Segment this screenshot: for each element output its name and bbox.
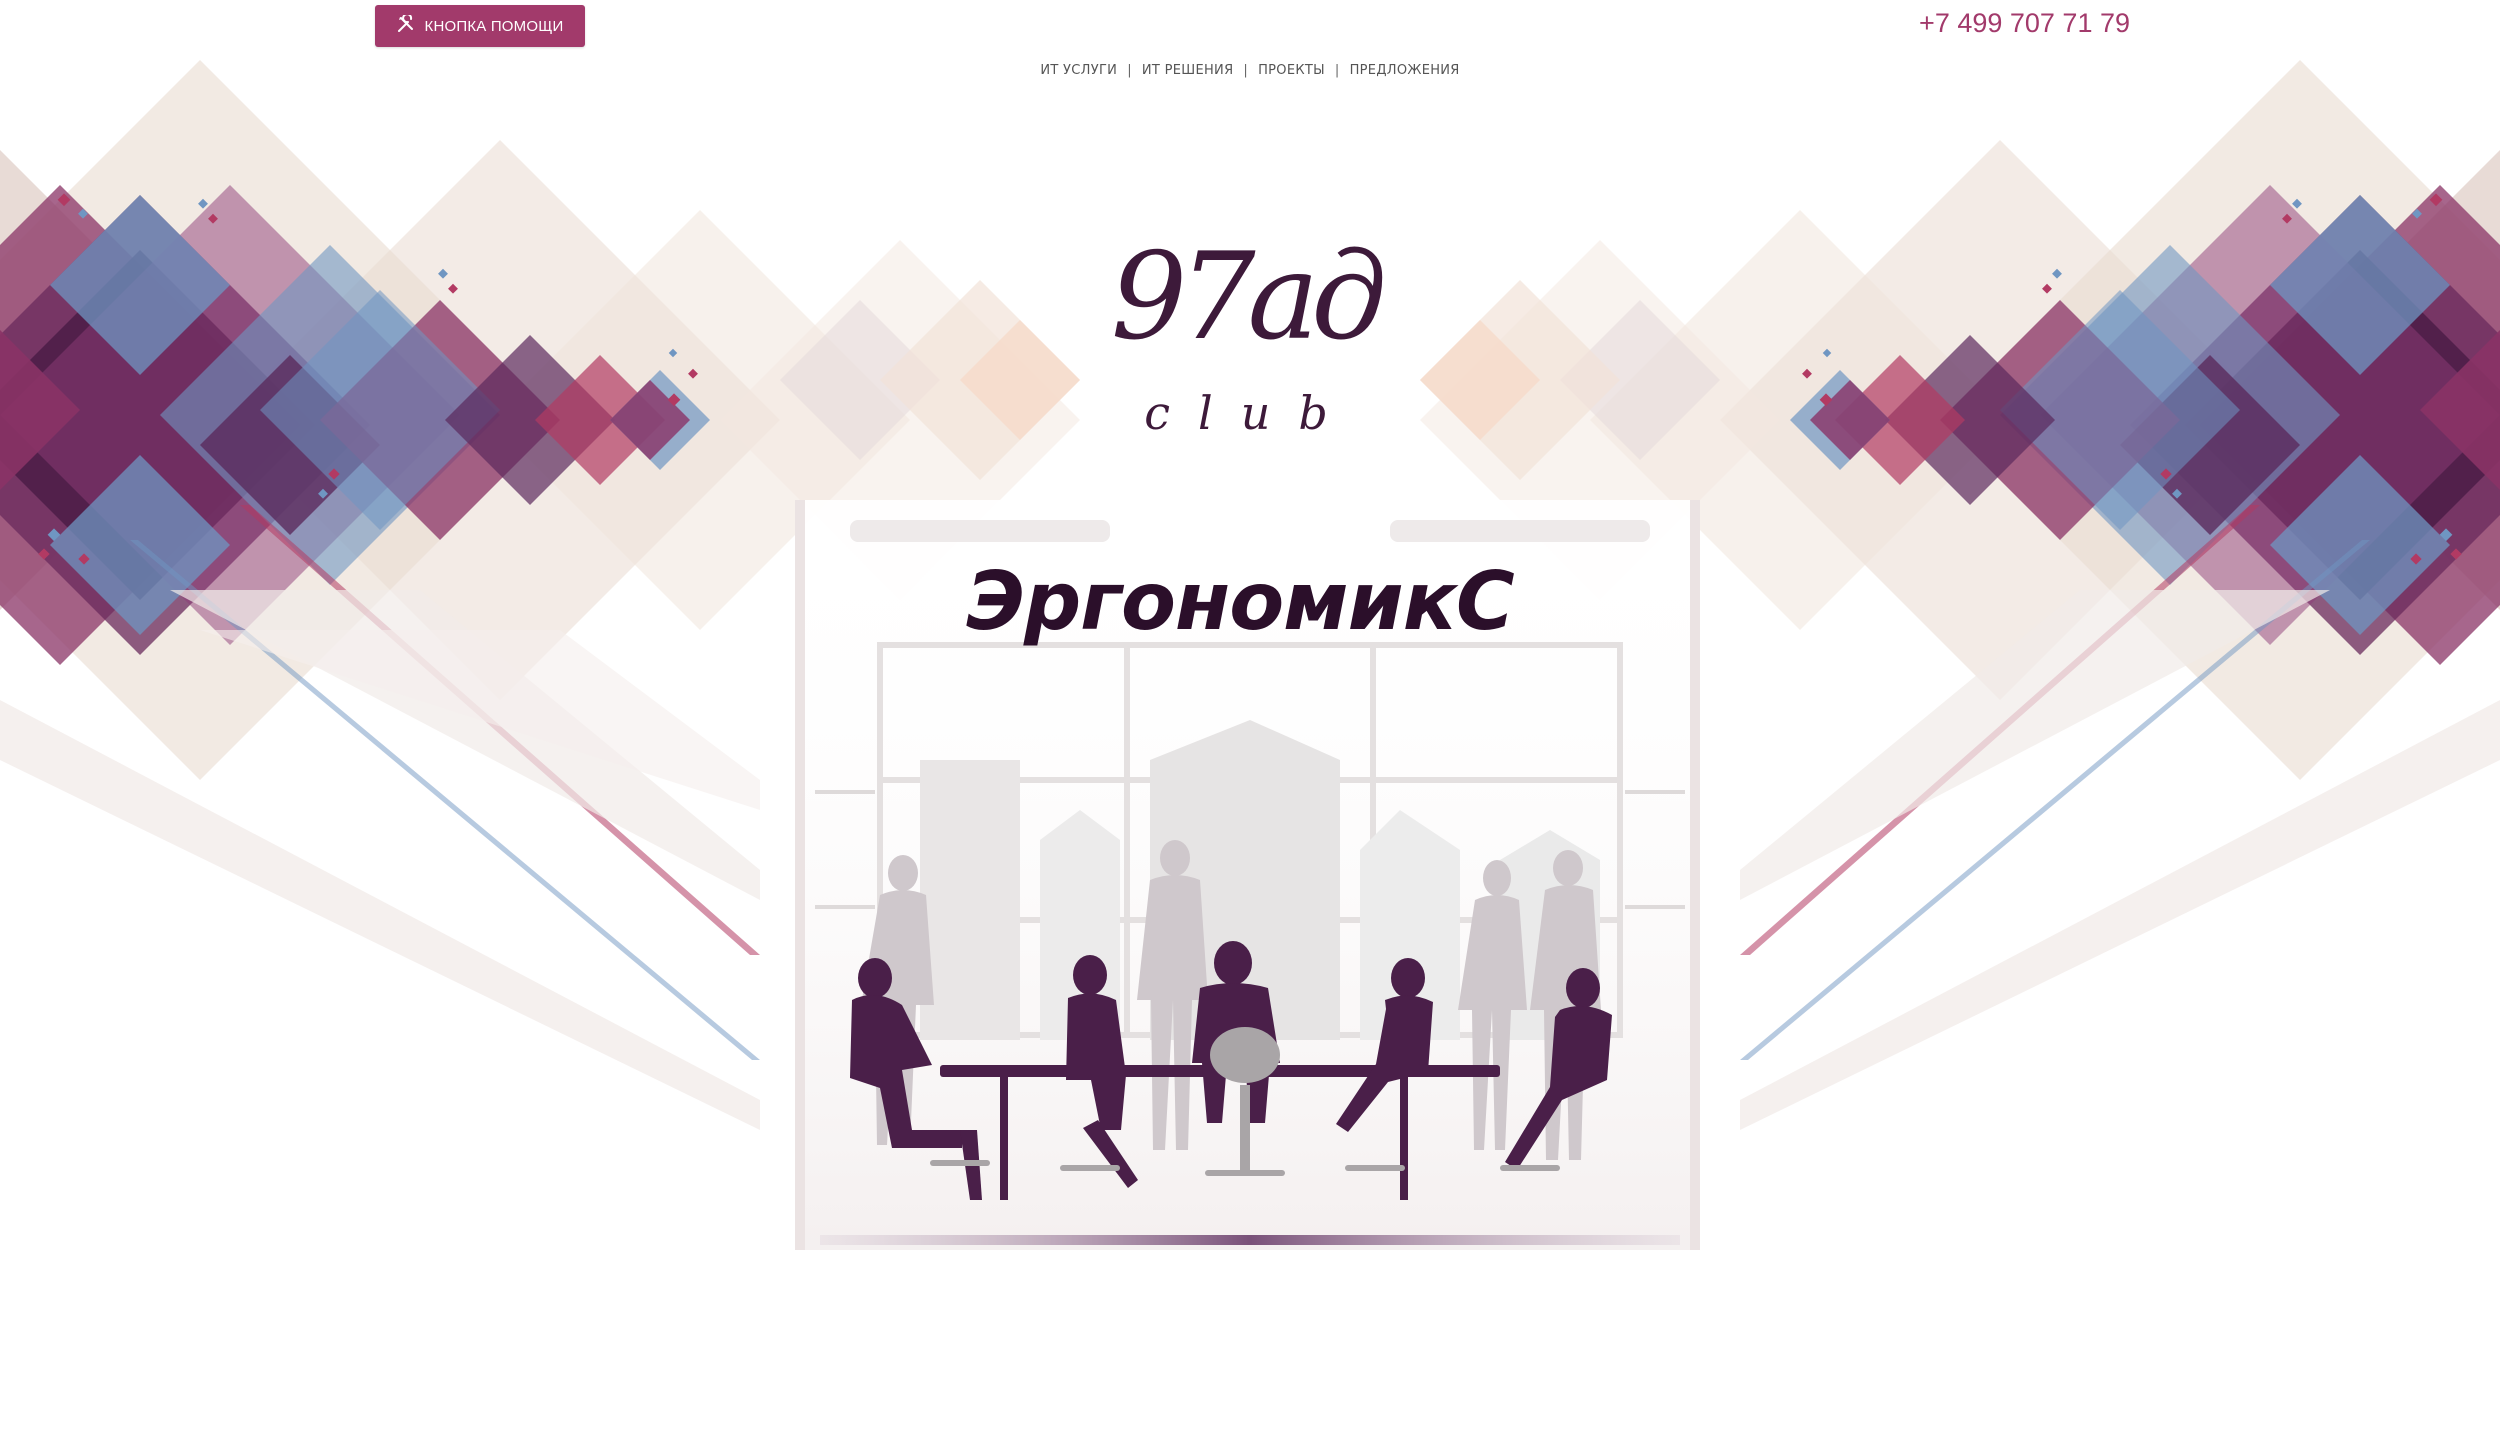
nav-item-it-solutions[interactable]: ИТ РЕШЕНИЯ: [1142, 63, 1234, 78]
hero-headline: ЭргономикС: [966, 555, 1514, 648]
nav-separator: |: [1334, 63, 1340, 78]
nav-item-projects[interactable]: ПРОЕКТЫ: [1258, 63, 1325, 78]
logo[interactable]: 97ад club: [1080, 238, 1410, 448]
phone-link[interactable]: +7 499 707 71 79: [1900, 8, 2130, 39]
help-button-label: КНОПКА ПОМОЩИ: [424, 17, 564, 35]
help-button[interactable]: КНОПКА ПОМОЩИ: [375, 5, 585, 47]
nav-separator: |: [1243, 63, 1249, 78]
logo-sub-text: club: [1144, 386, 1356, 440]
top-nav: ИТ УСЛУГИ | ИТ РЕШЕНИЯ | ПРОЕКТЫ | ПРЕДЛ…: [1000, 63, 1500, 78]
nav-separator: |: [1127, 63, 1132, 78]
page: КНОПКА ПОМОЩИ +7 499 707 71 79 ИТ УСЛУГИ…: [0, 0, 2500, 1433]
nav-item-offers[interactable]: ПРЕДЛОЖЕНИЯ: [1350, 63, 1460, 78]
logo-main-text: 97ад: [1110, 228, 1387, 367]
nav-item-it-services[interactable]: ИТ УСЛУГИ: [1040, 63, 1117, 78]
tools-icon: [397, 13, 415, 37]
background-art: [0, 60, 2500, 1250]
